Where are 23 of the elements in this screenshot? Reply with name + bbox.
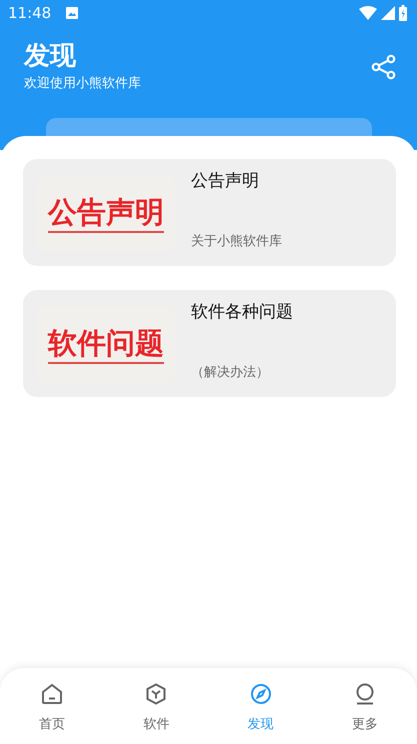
wifi-icon xyxy=(359,6,377,20)
nav-tab[interactable]: 软件 xyxy=(104,668,208,744)
page-title: 发现 xyxy=(24,40,77,72)
notice-card[interactable]: 软件问题 软件各种问题 （解决办法） xyxy=(23,290,396,397)
nav-tab[interactable]: 发现 xyxy=(208,668,313,744)
signal-icon xyxy=(381,6,395,20)
page-subtitle: 欢迎使用小熊软件库 xyxy=(24,75,141,92)
card-subtitle: （解决办法） xyxy=(191,364,270,381)
battery-icon xyxy=(399,5,407,21)
status-time: 11:48 xyxy=(8,4,52,22)
banner-text: 软件问题 xyxy=(48,326,164,364)
image-icon xyxy=(65,6,80,20)
card-title: 公告声明 xyxy=(191,170,260,192)
card-subtitle: 关于小熊软件库 xyxy=(191,233,282,250)
cube-icon xyxy=(145,683,168,705)
nav-tab[interactable]: 更多 xyxy=(312,668,417,744)
nav-tab[interactable]: 首页 xyxy=(0,668,104,744)
compass-icon xyxy=(250,683,272,705)
house-icon xyxy=(41,683,64,705)
banner-text: 公告声明 xyxy=(48,194,164,232)
person-icon xyxy=(354,683,376,705)
notice-card[interactable]: 公告声明 公告声明 关于小熊软件库 xyxy=(23,159,396,266)
card-title: 软件各种问题 xyxy=(191,301,293,323)
